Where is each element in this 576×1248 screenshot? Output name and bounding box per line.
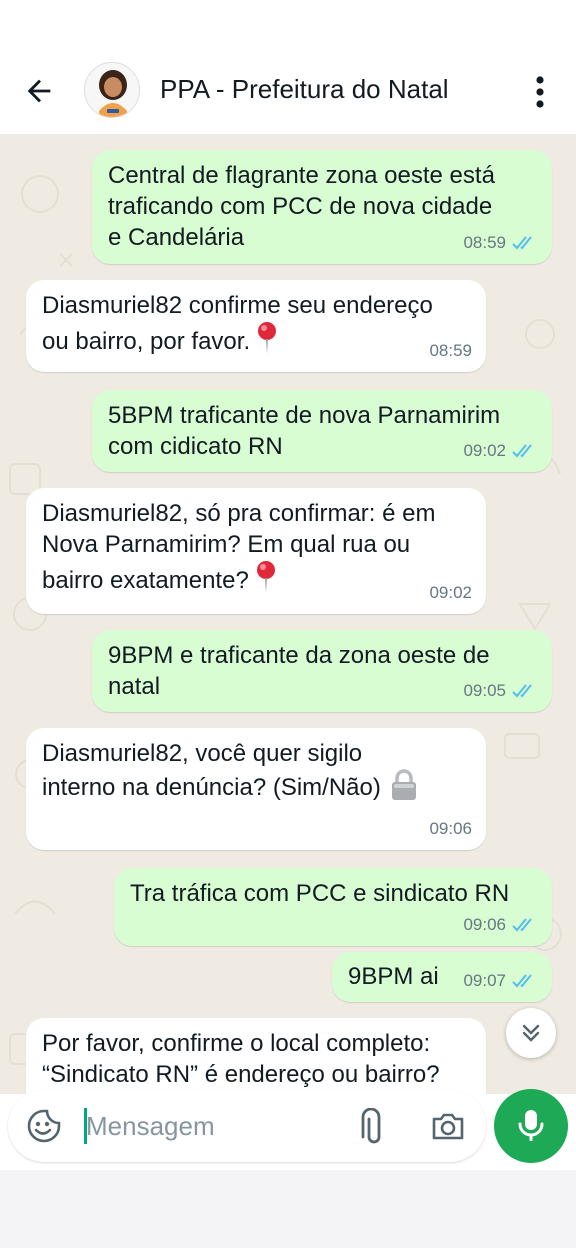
message-meta: 09:02 [463,435,538,466]
message-time: 08:59 [463,233,506,252]
double-chevron-down-icon [522,1024,540,1042]
message-bubble-incoming[interactable]: Diasmuriel82 confirme seu endereço ou ba… [26,280,486,372]
message-text-content: Diasmuriel82, você quer sigilo interno n… [42,740,381,801]
message-time: 09:02 [429,583,472,602]
message-time: 09:02 [463,441,506,460]
message-text: Diasmuriel82, só pra confirmar: é em Nov… [42,498,470,596]
sticker-icon[interactable] [26,1108,62,1144]
message-composer [8,1090,486,1162]
chat-title[interactable]: PPA - Prefeitura do Natal [160,74,449,105]
avatar[interactable] [84,62,140,118]
message-text-content: Diasmuriel82, só pra confirmar: é em Nov… [42,500,436,594]
chat-area[interactable]: Central de flagrante zona oeste está tra… [0,134,576,1094]
message-text: Diasmuriel82 confirme seu endereço ou ba… [42,290,470,357]
double-check-icon [512,443,532,457]
mic-icon [518,1110,544,1141]
message-bubble-outgoing[interactable]: 9BPM ai 09:07 [332,952,552,1002]
avatar-illustration [85,63,139,117]
round-pushpin-icon [258,322,277,354]
chat-wallpaper [9,163,562,1065]
message-bubble-outgoing[interactable]: 9BPM e traficante da zona oeste de natal… [92,630,552,712]
paperclip-icon[interactable] [354,1108,388,1146]
status-bar [0,0,576,50]
message-meta: 08:59 [463,227,538,258]
message-time: 09:06 [429,819,472,838]
message-time: 09:06 [463,915,506,934]
message-meta: 09:07 [463,965,538,996]
message-bubble-incoming[interactable]: Diasmuriel82, só pra confirmar: é em Nov… [26,488,486,614]
message-bubble-outgoing[interactable]: Tra tráfica com PCC e sindicato RN 09:06 [114,868,552,946]
message-meta: 09:06 [429,813,472,844]
message-meta: 09:05 [463,675,538,706]
message-meta: 09:06 [463,909,538,940]
message-text: Tra tráfica com PCC e sindicato RN [130,880,510,907]
double-check-icon [512,973,532,987]
message-input[interactable] [86,1104,336,1148]
message-text: Por favor, confirme o local completo: “S… [42,1030,440,1088]
message-time: 08:59 [429,341,472,360]
arrow-left-icon[interactable] [22,74,56,108]
camera-icon[interactable] [430,1108,466,1144]
double-check-icon [512,683,532,697]
chat-header: PPA - Prefeitura do Natal [0,50,576,134]
message-text: Diasmuriel82, você quer sigilo interno n… [42,738,470,803]
double-check-icon [512,235,532,249]
lock-icon [391,769,416,800]
message-time: 09:07 [463,971,506,990]
system-navigation-bar [0,1170,576,1248]
message-bubble-incoming[interactable]: Diasmuriel82, você quer sigilo interno n… [26,728,486,850]
message-text-content: Diasmuriel82 confirme seu endereço ou ba… [42,292,433,355]
more-vert-icon[interactable] [524,72,556,112]
message-bubble-incoming[interactable]: Por favor, confirme o local completo: “S… [26,1018,486,1094]
mic-button[interactable] [494,1089,568,1163]
round-pushpin-icon [256,561,275,593]
double-check-icon [512,917,532,931]
message-time: 09:05 [463,681,506,700]
message-meta: 09:02 [429,577,472,608]
scroll-to-bottom-button[interactable] [506,1008,556,1058]
message-bubble-outgoing[interactable]: Central de flagrante zona oeste está tra… [92,150,552,264]
message-bubble-outgoing[interactable]: 5BPM traficante de nova Parnamirim com c… [92,390,552,472]
message-meta: 08:59 [429,335,472,366]
